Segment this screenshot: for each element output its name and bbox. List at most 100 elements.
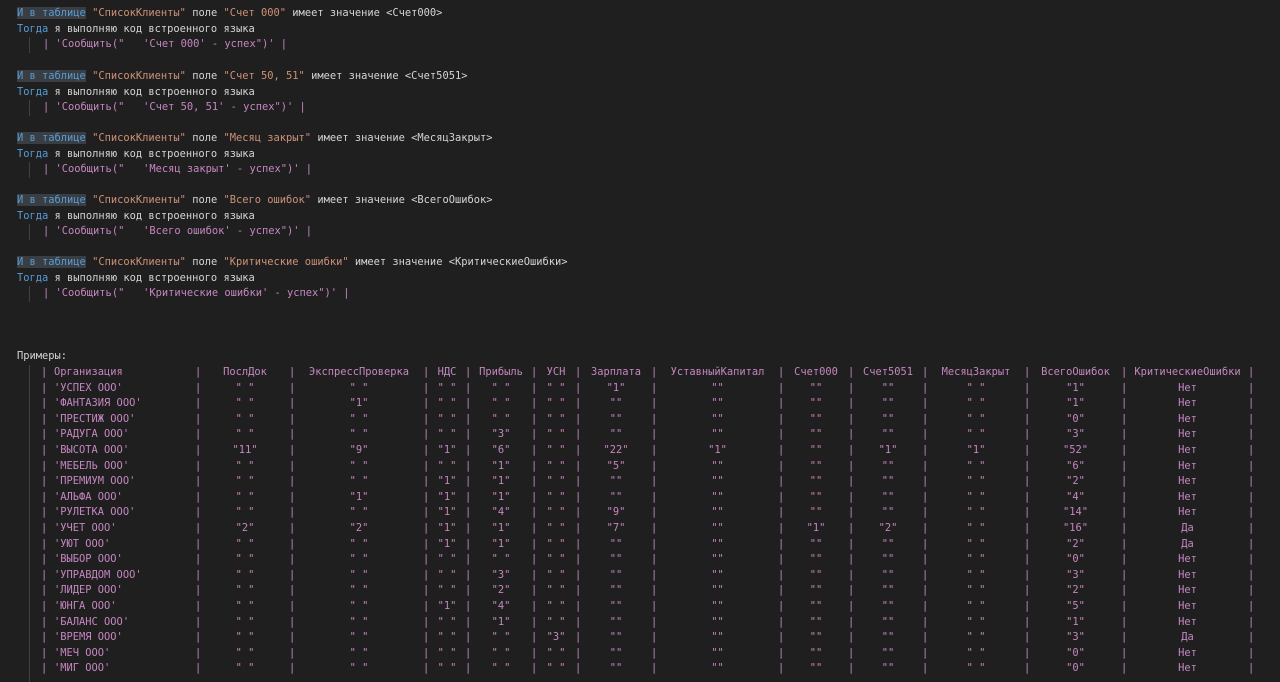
column-separator: | bbox=[41, 428, 48, 441]
table-cell: "1" bbox=[437, 444, 457, 456]
table-row: | | | | | | | | | | | | | | 'УСПЕХ ООО' " " " " " " " " " "… bbox=[0, 381, 1280, 397]
column-separator: | bbox=[778, 615, 785, 628]
table-cell: 'ПРЕМИУМ ООО' bbox=[54, 475, 136, 488]
table-cell: "22" bbox=[603, 444, 629, 456]
column-separator: | bbox=[423, 428, 430, 441]
indent-guide bbox=[29, 162, 30, 178]
table-cell: " " bbox=[491, 397, 511, 410]
code-editor[interactable]: И в таблице "СписокКлиенты" поле "Счет 0… bbox=[0, 0, 1280, 682]
table-cell: " " bbox=[491, 631, 511, 644]
table-cell: "" bbox=[881, 490, 895, 503]
table-cell: Да bbox=[1181, 522, 1194, 534]
table-cell: "" bbox=[711, 490, 724, 503]
table-cell: "" bbox=[809, 584, 823, 597]
column-separator: | bbox=[531, 475, 538, 488]
column-separator: | bbox=[1024, 584, 1031, 597]
column-separator: | bbox=[1248, 662, 1255, 675]
step-and-line: И в таблице "СписокКлиенты" поле "Месяц … bbox=[17, 131, 493, 147]
column-header: ВсегоОшибок bbox=[1041, 366, 1110, 378]
step-code-line: | 'Сообщить(" 'Всего ошибок' - успех")' … bbox=[43, 225, 312, 238]
column-separator: | bbox=[1121, 397, 1128, 410]
and-keyword: И в таблице bbox=[17, 194, 86, 206]
column-separator: | bbox=[922, 600, 929, 612]
table-cell: " " bbox=[491, 381, 511, 394]
column-separator: | bbox=[1024, 506, 1031, 519]
column-separator: | bbox=[423, 568, 430, 581]
table-cell: "" bbox=[881, 397, 895, 410]
column-separator: | bbox=[41, 381, 48, 394]
table-cell: " " bbox=[966, 397, 986, 410]
table-cell: " " bbox=[966, 412, 986, 425]
column-separator: | bbox=[778, 568, 785, 581]
column-header: Организация bbox=[54, 366, 123, 378]
table-cell: "" bbox=[711, 412, 724, 425]
table-cell: "" bbox=[809, 646, 823, 659]
table-cell: 'ЛИДЕР ООО' bbox=[54, 584, 123, 597]
table-cell: "1" bbox=[1066, 615, 1085, 628]
table-cell: " " bbox=[235, 490, 255, 503]
step-and-line: И в таблице "СписокКлиенты" поле "Всего … bbox=[17, 193, 493, 209]
column-separator: | bbox=[575, 475, 582, 488]
table-cell: "1" bbox=[437, 490, 457, 503]
column-separator: | bbox=[651, 662, 658, 675]
column-separator: | bbox=[1248, 459, 1255, 472]
column-separator: | bbox=[575, 522, 582, 534]
table-cell: " " bbox=[235, 553, 255, 566]
column-separator: | bbox=[922, 615, 929, 628]
table-cell: " " bbox=[437, 646, 457, 659]
column-separator: | bbox=[531, 553, 538, 566]
table-cell: "" bbox=[711, 381, 724, 394]
table-cell: "" bbox=[809, 506, 823, 519]
table-cell: "" bbox=[609, 397, 623, 410]
table-cell: " " bbox=[349, 506, 369, 519]
table-name-string: "СписокКлиенты" bbox=[92, 70, 186, 82]
column-separator: | bbox=[465, 553, 472, 566]
table-cell: Да bbox=[1181, 631, 1194, 644]
step-then-line: Тогда я выполняю код встроенного языка bbox=[17, 271, 255, 287]
table-cell: "" bbox=[881, 537, 895, 550]
table-cell: "" bbox=[609, 584, 623, 597]
column-separator: | bbox=[1024, 428, 1031, 441]
table-cell: "" bbox=[809, 631, 823, 644]
value-text: имеет значение <Счет000> bbox=[286, 7, 443, 19]
column-separator: | bbox=[848, 631, 855, 644]
table-cell: " " bbox=[437, 381, 457, 394]
table-cell: "1" bbox=[349, 397, 369, 410]
table-row: | | | | | | | | | | | | | | 'ПРЕМИУМ ООО' " " " " "1" "1" "… bbox=[0, 474, 1280, 490]
column-separator: | bbox=[465, 522, 472, 534]
table-cell: "" bbox=[711, 615, 724, 628]
value-text: имеет значение <МесяцЗакрыт> bbox=[311, 132, 493, 144]
column-separator: | bbox=[848, 397, 855, 410]
column-separator: | bbox=[1248, 553, 1255, 566]
column-separator: | bbox=[1248, 381, 1255, 394]
column-separator: | bbox=[465, 490, 472, 503]
column-header: Зарплата bbox=[590, 366, 642, 378]
column-separator: | bbox=[922, 381, 929, 394]
table-cell: "" bbox=[711, 646, 724, 659]
step-then-line: Тогда я выполняю код встроенного языка bbox=[17, 22, 255, 38]
column-separator: | bbox=[465, 444, 472, 456]
table-cell: 'УЧЕТ ООО' bbox=[54, 522, 117, 534]
table-cell: "" bbox=[881, 600, 895, 612]
column-separator: | bbox=[1121, 568, 1128, 581]
column-separator: | bbox=[531, 444, 538, 456]
column-separator: | bbox=[1248, 506, 1255, 519]
table-cell: "1" bbox=[966, 444, 986, 456]
table-cell: "1" bbox=[878, 444, 898, 456]
column-separator: | bbox=[41, 444, 48, 456]
column-separator: | bbox=[1121, 522, 1128, 534]
table-cell: " " bbox=[546, 490, 566, 503]
table-cell: " " bbox=[966, 428, 986, 441]
indent-guide bbox=[29, 37, 30, 53]
table-cell: " " bbox=[966, 600, 986, 612]
then-text: я выполняю код встроенного языка bbox=[48, 147, 255, 160]
column-separator: | bbox=[195, 444, 202, 456]
table-cell: " " bbox=[349, 553, 369, 566]
column-separator: | bbox=[195, 490, 202, 503]
table-cell: "9" bbox=[349, 444, 369, 456]
column-separator: | bbox=[195, 615, 202, 628]
column-separator: | bbox=[778, 412, 785, 425]
column-separator: | bbox=[1024, 459, 1031, 472]
column-separator: | bbox=[41, 646, 48, 659]
column-separator: | bbox=[1121, 412, 1128, 425]
